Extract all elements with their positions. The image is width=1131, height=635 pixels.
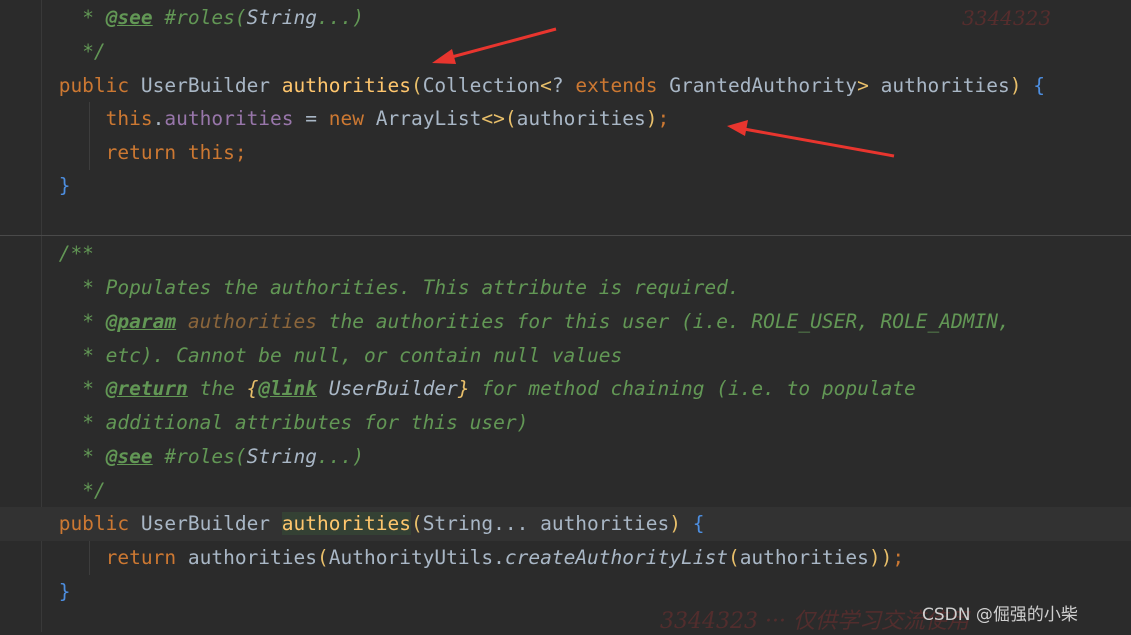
arrow-annotation-top [432, 27, 557, 64]
csdn-watermark: CSDN @倔强的小柴 [922, 605, 1078, 625]
arrow-annotation-middle [727, 120, 895, 158]
watermark-top: 3344323 [962, 6, 1052, 30]
annotation-arrows [432, 27, 895, 158]
